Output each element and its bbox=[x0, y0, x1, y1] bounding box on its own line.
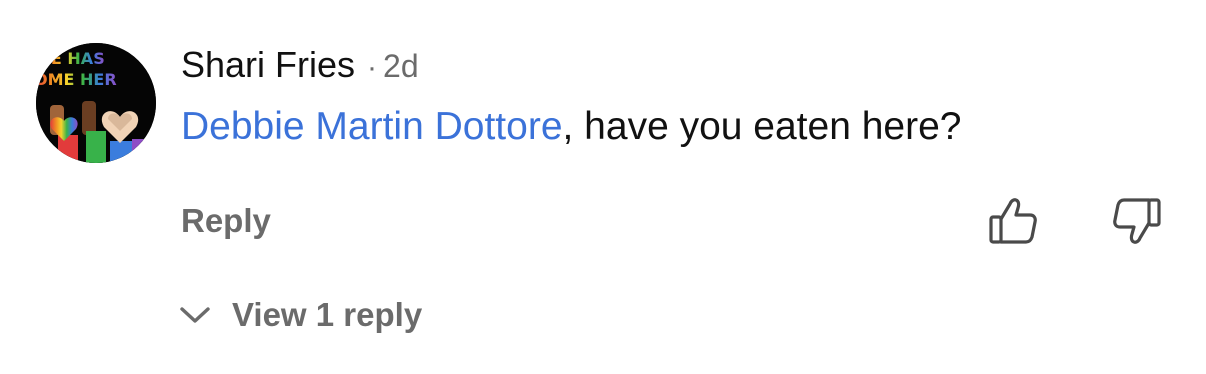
avatar-text-line2: OME HER bbox=[36, 70, 117, 89]
author-name[interactable]: Shari Fries bbox=[181, 44, 355, 86]
timestamp[interactable]: 2d bbox=[383, 48, 419, 85]
chevron-down-icon bbox=[180, 307, 210, 323]
comment-body: Debbie Martin Dottore, have you eaten he… bbox=[181, 103, 962, 151]
avatar-image: TE HAS OME HER bbox=[36, 43, 156, 163]
comment-text: , have you eaten here? bbox=[562, 105, 962, 148]
view-replies-button[interactable]: View 1 reply bbox=[178, 296, 422, 334]
user-mention[interactable]: Debbie Martin Dottore bbox=[181, 105, 563, 148]
reply-button[interactable]: Reply bbox=[181, 202, 271, 240]
separator-dot: · bbox=[367, 51, 378, 84]
thumbs-up-icon[interactable] bbox=[988, 196, 1040, 246]
avatar[interactable]: TE HAS OME HER bbox=[36, 43, 156, 163]
view-replies-label: View 1 reply bbox=[232, 296, 423, 333]
avatar-text-line1: TE HAS bbox=[40, 49, 105, 68]
thumbs-down-icon[interactable] bbox=[1110, 196, 1162, 246]
comment-header: Shari Fries · 2d bbox=[181, 44, 419, 90]
